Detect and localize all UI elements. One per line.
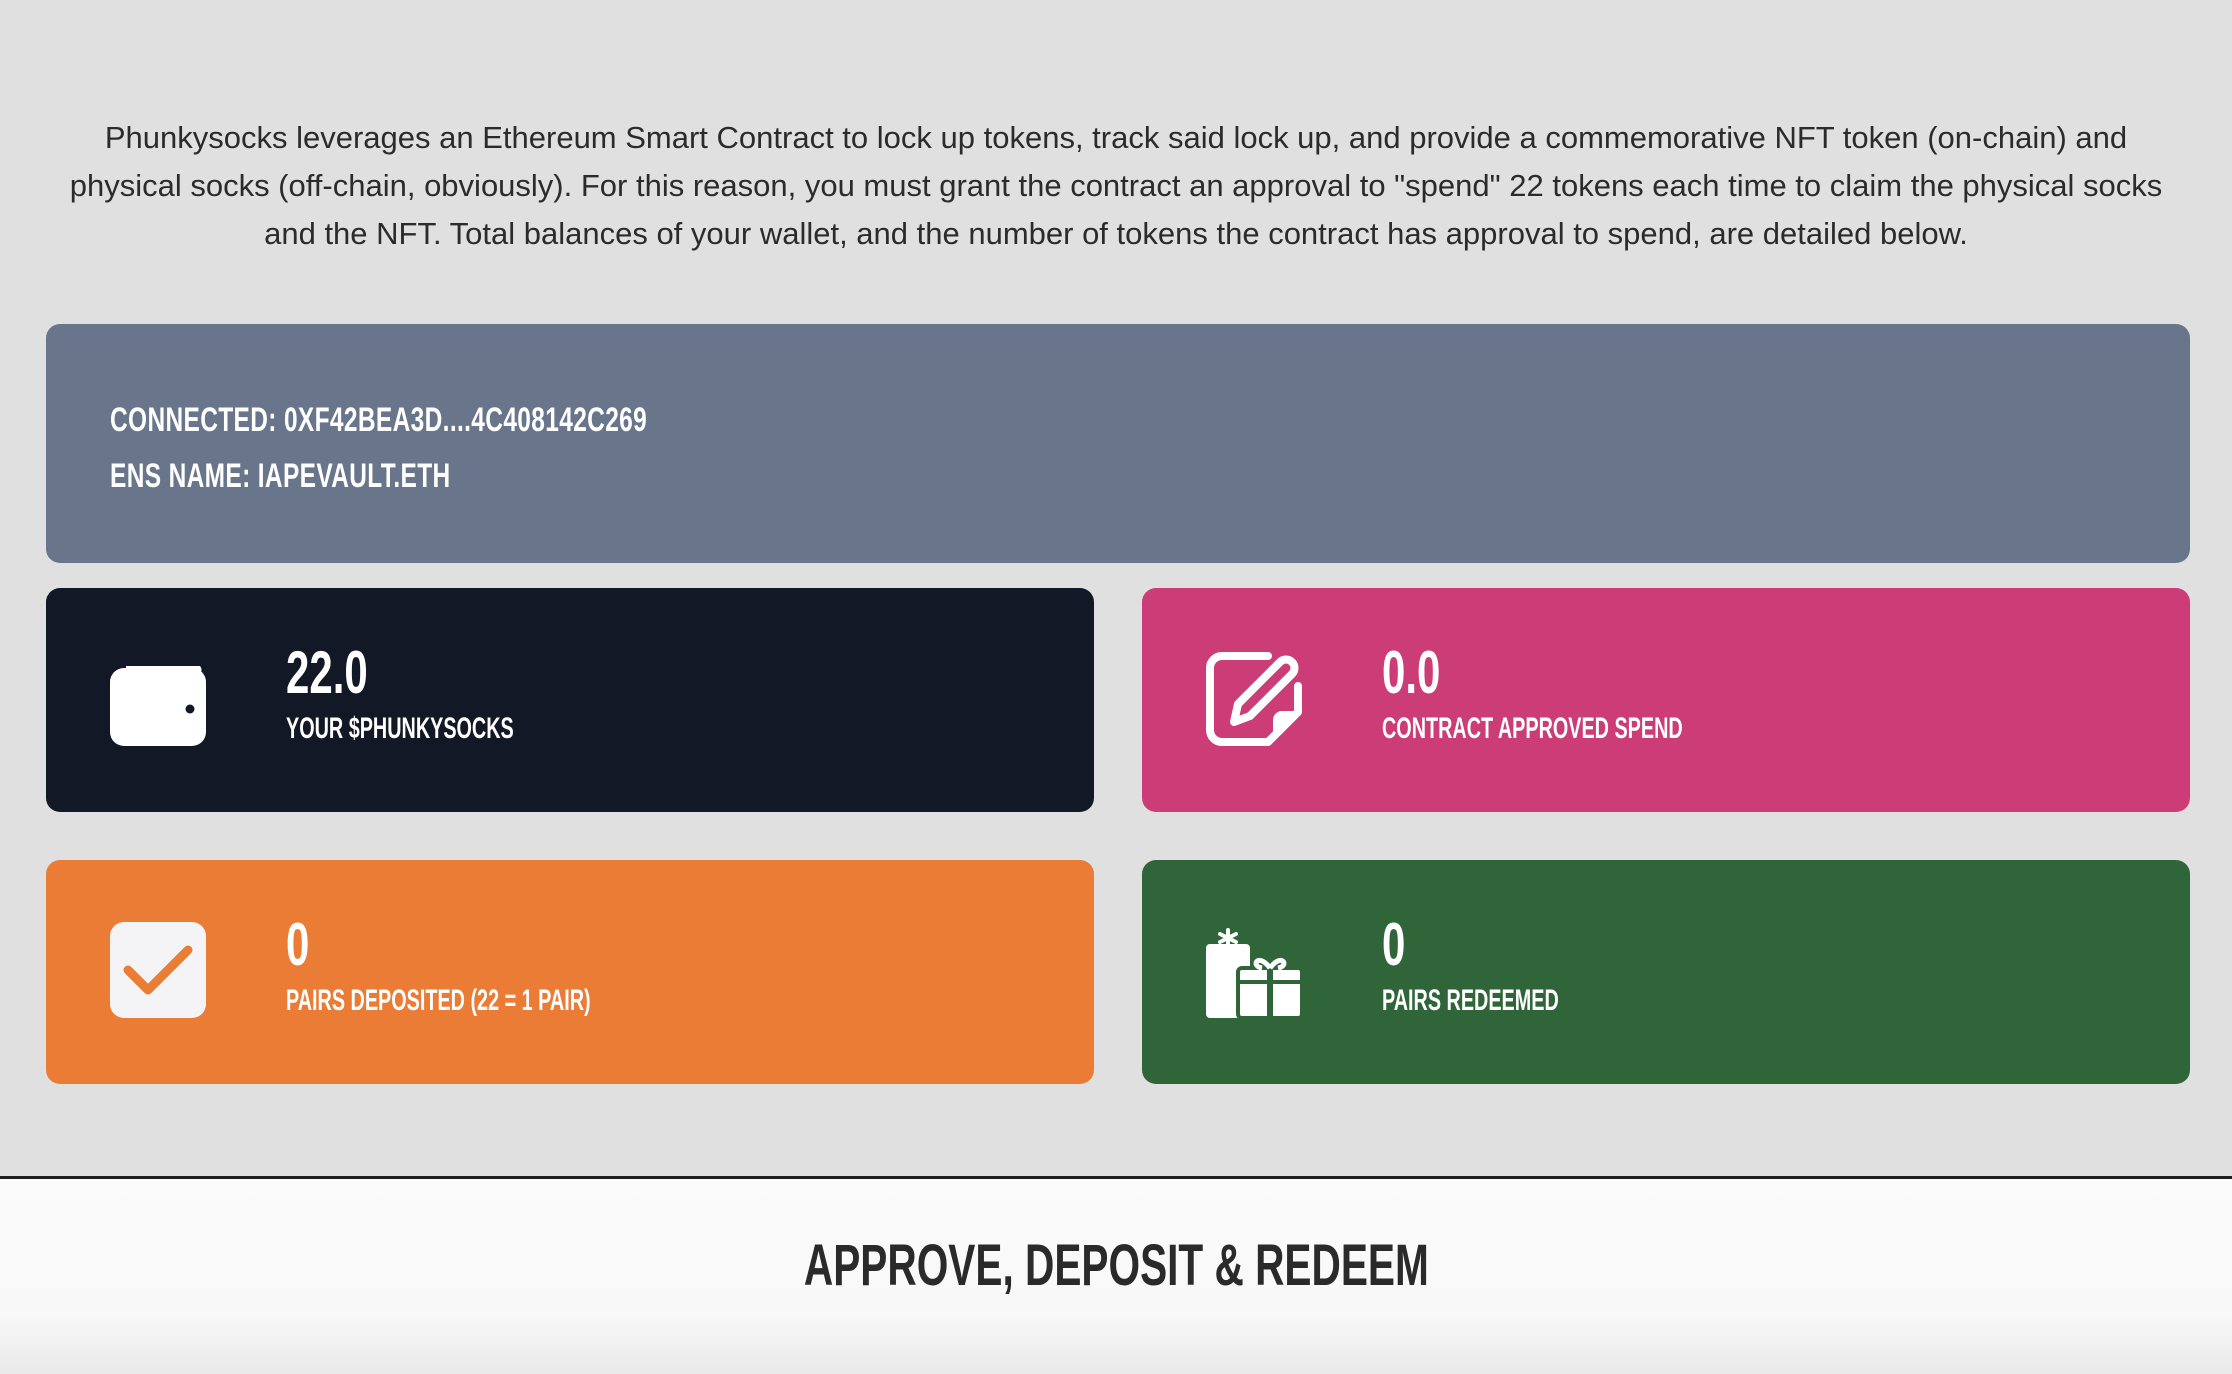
stat-card-pairs-deposited: 0 Pairs Deposited (22 = 1 pair) — [46, 860, 1094, 1084]
balance-value: 22.0 — [286, 639, 368, 706]
balance-label: Your $PHUNKYSOCKS — [286, 712, 514, 745]
pairs-deposited-label: Pairs Deposited (22 = 1 pair) — [286, 984, 591, 1017]
approved-spend-label: Contract Approved Spend — [1382, 712, 1683, 745]
section-title: APPROVE, DEPOSIT & REDEEM — [0, 1231, 2232, 1301]
stat-card-approved-spend: 0.0 Contract Approved Spend — [1142, 588, 2190, 812]
ens-name: ENS Name: iapevault.eth — [110, 457, 451, 495]
approved-spend-value: 0.0 — [1382, 639, 1441, 706]
connected-address: Connected: 0xF42bEa3D....4c408142C269 — [110, 401, 648, 439]
actions-section: APPROVE, DEPOSIT & REDEEM — [0, 1179, 2232, 1374]
wallet-icon — [110, 650, 206, 746]
stat-card-balance: 22.0 Your $PHUNKYSOCKS — [46, 588, 1094, 812]
section-title-text: APPROVE, DEPOSIT & REDEEM — [803, 1233, 1429, 1298]
gifts-icon — [1206, 922, 1302, 1018]
intro-paragraph: Phunkysocks leverages an Ethereum Smart … — [69, 120, 2163, 251]
checkbox-icon — [110, 922, 206, 1018]
pairs-redeemed-value: 0 — [1382, 911, 1406, 978]
connection-card: Connected: 0xF42bEa3D....4c408142C269 EN… — [46, 324, 2190, 563]
pairs-deposited-value: 0 — [286, 911, 310, 978]
stat-card-pairs-redeemed: 0 Pairs Redeemed — [1142, 860, 2190, 1084]
pairs-redeemed-label: Pairs Redeemed — [1382, 984, 1559, 1017]
edit-icon — [1206, 650, 1302, 746]
